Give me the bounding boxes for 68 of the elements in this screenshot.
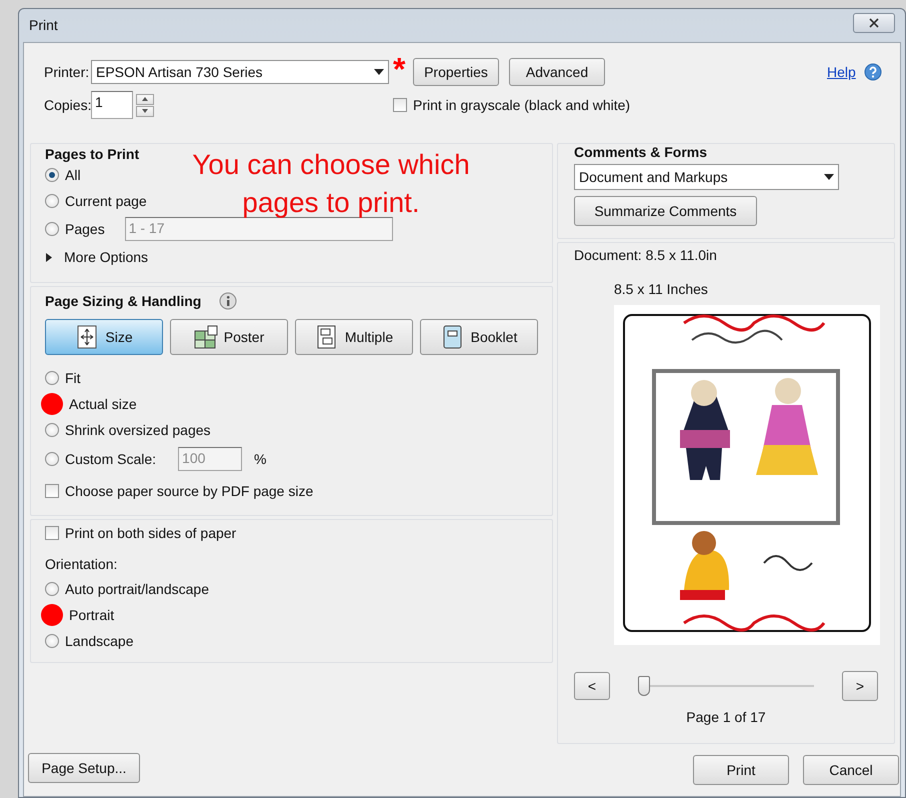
up-arrow-icon [142,97,148,101]
document-size-label: Document: 8.5 x 11.0in [574,247,718,263]
next-page-button[interactable]: > [842,671,878,701]
radio-label: All [65,167,81,183]
checkbox-label: Print on both sides of paper [65,525,236,541]
mode-tab[interactable]: Multiple [295,319,413,355]
properties-button[interactable]: Properties [413,58,499,86]
checkbox[interactable] [393,98,407,112]
copies-field[interactable]: 1 [91,91,133,119]
resize-page-icon [75,325,100,349]
checkbox[interactable] [45,526,59,540]
radio-label: Portrait [69,607,114,623]
radio-label: Current page [65,193,147,209]
section-label: Orientation: [45,556,118,572]
radio-button[interactable] [45,634,59,648]
tiled-pages-icon [194,325,218,349]
previous-page-button[interactable]: < [574,672,610,700]
radio-label: Actual size [69,396,137,412]
mode-tab[interactable]: Poster [170,319,288,355]
radio-button[interactable] [45,423,59,437]
down-arrow-icon [142,109,148,113]
annotation-asterisk: * [393,53,406,85]
slider-thumb[interactable] [638,676,650,696]
cancel-button[interactable]: Cancel [803,755,899,785]
summarize-comments-button[interactable]: Summarize Comments [574,196,757,226]
section-title: Pages to Print [45,146,140,162]
checkbox-label: Choose paper source by PDF page size [65,483,314,499]
more-options-toggle[interactable]: More Options [45,244,538,270]
field-label: Printer: [43,64,90,80]
paper-size-label: 8.5 x 11 Inches [614,281,709,297]
info-icon [219,292,238,310]
checkbox-label: Print in grayscale (black and white) [413,97,630,113]
copies-spinner[interactable] [136,94,154,116]
radio-label: Auto portrait/landscape [65,581,209,597]
mode-tab[interactable]: Booklet [420,319,538,355]
radio-button[interactable] [45,168,59,182]
section-title: Page Sizing & Handling [45,293,202,309]
close-button[interactable] [853,13,895,33]
close-icon [869,18,879,28]
mode-tab[interactable]: Size [45,319,163,355]
radio-label: Custom Scale: [65,451,156,467]
radio-label: Fit [65,370,81,386]
percent-label: % [254,451,266,467]
radio-button[interactable] [45,582,59,596]
expand-arrow-icon [45,252,54,262]
page-slider[interactable] [638,676,814,696]
radio-button[interactable] [45,194,59,208]
radio-label: Pages [65,221,105,237]
printer-dropdown[interactable]: EPSON Artisan 730 Series [91,60,389,84]
radio-button[interactable] [45,222,59,236]
advanced-button[interactable]: Advanced [509,58,605,86]
checkbox[interactable] [45,484,59,498]
field-label: Copies: [43,97,91,113]
annotation-text: You can choose which pages to print. [191,148,471,220]
radio-button[interactable] [45,452,59,466]
help-link[interactable]: Help [827,64,856,80]
radio-label: Shrink oversized pages [65,422,211,438]
dropdown-arrow-icon [374,69,384,75]
dropdown-arrow-icon [824,174,834,180]
page-setup-button[interactable]: Page Setup... [28,753,140,783]
radio-button[interactable] [45,371,59,385]
window-title: Print [29,17,58,33]
help-icon [864,63,882,81]
page-number-label: Page 1 of 17 [685,709,767,725]
comments-dropdown[interactable]: Document and Markups [574,164,839,190]
radio-label: Landscape [65,633,134,649]
print-button[interactable]: Print [693,755,789,785]
section-title: Comments & Forms [574,144,708,160]
